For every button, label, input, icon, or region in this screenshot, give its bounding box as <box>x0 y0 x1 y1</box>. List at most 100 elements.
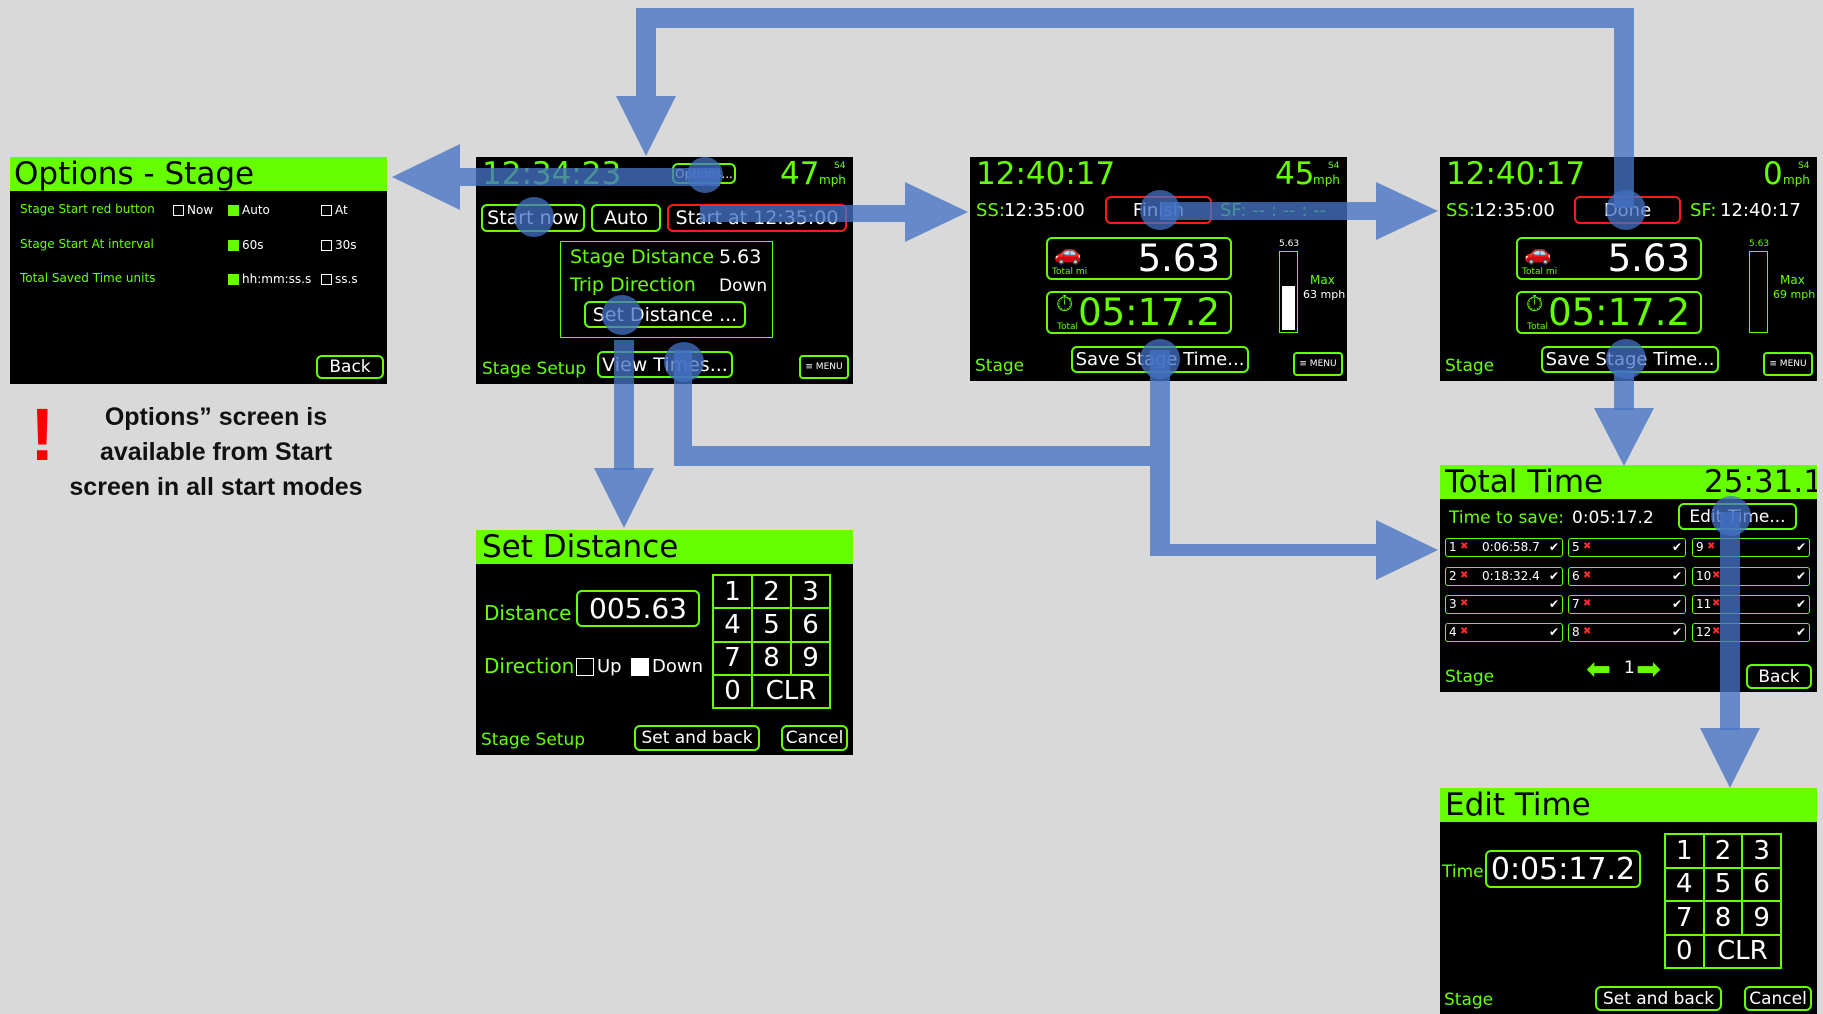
delete-x-icon[interactable]: ✖ <box>1583 626 1591 637</box>
key-1[interactable]: 1 <box>713 575 752 609</box>
checkbox-sss[interactable] <box>321 274 332 285</box>
key-3[interactable]: 3 <box>791 575 830 609</box>
key-2[interactable]: 2 <box>1703 834 1743 868</box>
time-slot[interactable]: 2 ✖ 0:18:32.4 ✔ <box>1445 567 1563 586</box>
option-sss[interactable]: ss.s <box>321 272 358 286</box>
check-icon[interactable]: ✔ <box>1796 625 1806 639</box>
set-distance-button[interactable]: Set Distance ... <box>584 301 746 328</box>
key-clr[interactable]: CLR <box>752 674 830 708</box>
key-6[interactable]: 6 <box>791 608 830 642</box>
option-60s[interactable]: 60s <box>228 238 264 252</box>
check-icon[interactable]: ✔ <box>1549 625 1559 639</box>
check-icon[interactable]: ✔ <box>1549 540 1559 554</box>
time-slot[interactable]: 3 ✖ ✔ <box>1445 595 1563 614</box>
save-stage-time-button[interactable]: Save Stage Time... <box>1071 346 1249 373</box>
key-0[interactable]: 0 <box>713 674 752 708</box>
option-now[interactable]: Now <box>173 203 213 217</box>
check-icon[interactable]: ✔ <box>1549 569 1559 583</box>
delete-x-icon[interactable]: ✖ <box>1460 598 1468 609</box>
delete-x-icon[interactable]: ✖ <box>1460 570 1468 581</box>
time-slot[interactable]: 12 ✖ ✔ <box>1692 623 1810 642</box>
time-slot[interactable]: 1 ✖ 0:06:58.7 ✔ <box>1445 538 1563 557</box>
key-3[interactable]: 3 <box>1742 834 1781 868</box>
direction-up-option[interactable]: Up <box>576 656 622 677</box>
delete-x-icon[interactable]: ✖ <box>1712 626 1720 637</box>
checkbox-auto[interactable] <box>228 205 239 216</box>
start-now-button[interactable]: Start now <box>481 204 585 232</box>
key-1[interactable]: 1 <box>1665 834 1704 868</box>
options-back-button[interactable]: Back <box>316 355 384 379</box>
check-icon[interactable]: ✔ <box>1672 597 1682 611</box>
checkbox-at[interactable] <box>321 205 332 216</box>
key-7[interactable]: 7 <box>713 641 752 675</box>
time-slot[interactable]: 9 ✖ ✔ <box>1692 538 1810 557</box>
running-menu-button[interactable]: ≡ MENU <box>1293 352 1343 376</box>
check-icon[interactable]: ✔ <box>1672 569 1682 583</box>
time-slot[interactable]: 7 ✖ ✔ <box>1568 595 1686 614</box>
prev-page-arrow-icon[interactable]: ⬅ <box>1586 652 1611 687</box>
options-button[interactable]: Options... <box>672 163 736 184</box>
check-icon[interactable]: ✔ <box>1796 597 1806 611</box>
check-icon[interactable]: ✔ <box>1796 569 1806 583</box>
key-7[interactable]: 7 <box>1665 901 1704 935</box>
done-save-stage-time-button[interactable]: Save Stage Time... <box>1541 346 1719 373</box>
delete-x-icon[interactable]: ✖ <box>1583 570 1591 581</box>
total-time-back-button[interactable]: Back <box>1746 664 1812 689</box>
check-icon[interactable]: ✔ <box>1549 597 1559 611</box>
time-slot[interactable]: 6 ✖ ✔ <box>1568 567 1686 586</box>
delete-x-icon[interactable]: ✖ <box>1583 598 1591 609</box>
checkbox-60s[interactable] <box>228 240 239 251</box>
checkbox-30s[interactable] <box>321 240 332 251</box>
delete-x-icon[interactable]: ✖ <box>1707 541 1715 552</box>
option-auto[interactable]: Auto <box>228 203 270 217</box>
key-6[interactable]: 6 <box>1742 867 1781 901</box>
key-5[interactable]: 5 <box>1703 867 1743 901</box>
key-4[interactable]: 4 <box>1665 867 1704 901</box>
key-9[interactable]: 9 <box>1742 901 1781 935</box>
finish-button[interactable]: Finish <box>1105 196 1212 224</box>
done-button[interactable]: Done <box>1574 196 1681 224</box>
delete-x-icon[interactable]: ✖ <box>1460 626 1468 637</box>
view-times-button[interactable]: View Times... <box>597 351 733 378</box>
cancel-button[interactable]: Cancel <box>781 725 848 751</box>
time-slot[interactable]: 5 ✖ ✔ <box>1568 538 1686 557</box>
key-9[interactable]: 9 <box>791 641 830 675</box>
next-page-arrow-icon[interactable]: ➡ <box>1636 652 1661 687</box>
auto-button[interactable]: Auto <box>591 204 661 232</box>
start-at-button[interactable]: Start at 12:35:00 <box>667 204 847 232</box>
distance-input[interactable]: 005.63 <box>576 590 700 627</box>
edit-set-and-back-button[interactable]: Set and back <box>1595 986 1722 1011</box>
time-slot[interactable]: 11 ✖ ✔ <box>1692 595 1810 614</box>
key-8[interactable]: 8 <box>752 641 791 675</box>
direction-down-option[interactable]: Down <box>631 656 703 677</box>
option-at[interactable]: At <box>321 203 348 217</box>
delete-x-icon[interactable]: ✖ <box>1712 570 1720 581</box>
key-8[interactable]: 8 <box>1703 901 1743 935</box>
check-icon[interactable]: ✔ <box>1672 540 1682 554</box>
time-input[interactable]: 0:05:17.2 <box>1485 850 1641 888</box>
key-5[interactable]: 5 <box>752 608 791 642</box>
key-2[interactable]: 2 <box>752 575 791 609</box>
edit-cancel-button[interactable]: Cancel <box>1744 986 1812 1011</box>
check-icon[interactable]: ✔ <box>1796 540 1806 554</box>
option-hhmmss[interactable]: hh:mm:ss.s <box>228 272 311 286</box>
setup-menu-button[interactable]: ≡ MENU <box>799 355 849 379</box>
key-4[interactable]: 4 <box>713 608 752 642</box>
time-slot[interactable]: 10 ✖ ✔ <box>1692 567 1810 586</box>
checkbox-up[interactable] <box>576 658 594 676</box>
time-slot[interactable]: 4 ✖ ✔ <box>1445 623 1563 642</box>
option-30s[interactable]: 30s <box>321 238 357 252</box>
checkbox-hhmmss[interactable] <box>228 274 239 285</box>
delete-x-icon[interactable]: ✖ <box>1712 598 1720 609</box>
check-icon[interactable]: ✔ <box>1672 625 1682 639</box>
key-0[interactable]: 0 <box>1665 934 1704 968</box>
checkbox-now[interactable] <box>173 205 184 216</box>
time-slot[interactable]: 8 ✖ ✔ <box>1568 623 1686 642</box>
done-menu-button[interactable]: ≡ MENU <box>1763 352 1813 376</box>
delete-x-icon[interactable]: ✖ <box>1583 541 1591 552</box>
edit-time-button[interactable]: Edit Time... <box>1678 503 1797 530</box>
delete-x-icon[interactable]: ✖ <box>1460 541 1468 552</box>
checkbox-down[interactable] <box>631 658 649 676</box>
key-clr[interactable]: CLR <box>1703 934 1781 968</box>
set-and-back-button[interactable]: Set and back <box>634 725 760 751</box>
